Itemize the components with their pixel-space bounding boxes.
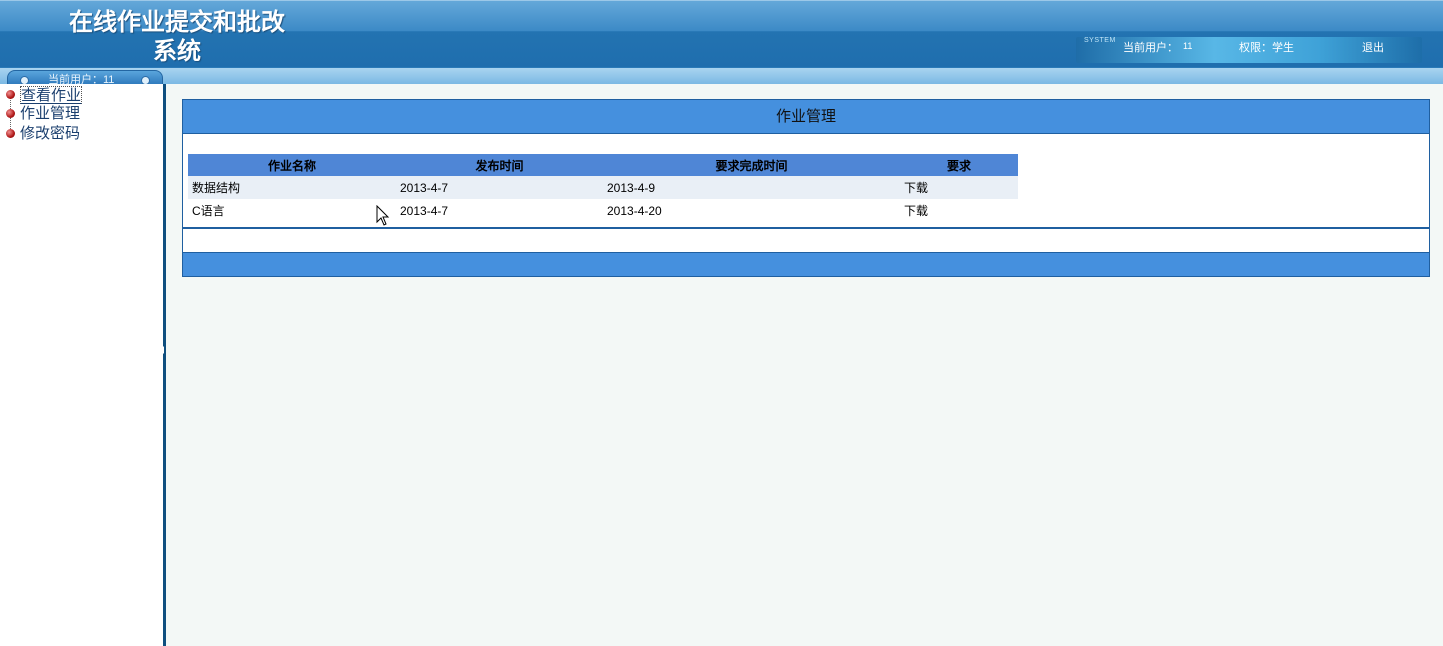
sidebar-item-label: 修改密码 (20, 124, 81, 142)
cell-published: 2013-4-7 (396, 176, 603, 199)
user-info-bar: SYSTEM 当前用户： 11 权限：学生 退出 (1076, 37, 1422, 63)
sidebar-item-label: 作业管理 (20, 104, 81, 122)
sidebar-item-label: 查看作业 (20, 85, 83, 104)
download-link[interactable]: 下载 (904, 181, 928, 195)
sidebar-divider[interactable] (160, 84, 166, 646)
panel-title: 作业管理 (183, 100, 1429, 134)
cell-name: C语言 (188, 199, 396, 222)
sidebar-item-homework-management[interactable]: 作业管理 (6, 104, 80, 123)
sidebar (0, 84, 163, 646)
sub-header-strip (0, 68, 1443, 84)
arrow-cursor-icon (376, 205, 390, 226)
current-user-value: 11 (1183, 41, 1193, 51)
app-header: 在线作业提交和批改系统 SYSTEM 当前用户： 11 权限：学生 退出 (0, 0, 1443, 68)
sidebar-item-view-homework[interactable]: 查看作业 (6, 85, 83, 104)
panel-separator (183, 227, 1429, 252)
current-user-label: 当前用户： (1123, 42, 1178, 54)
app-title: 在线作业提交和批改系统 (69, 7, 285, 65)
bullet-icon (6, 109, 15, 118)
cell-name: 数据结构 (188, 176, 396, 199)
bullet-icon (6, 129, 15, 138)
cell-due: 2013-4-9 (603, 176, 900, 199)
table-row: 数据结构 2013-4-7 2013-4-9 下载 (188, 176, 1018, 199)
table-row: C语言 2013-4-7 2013-4-20 下载 (188, 199, 1018, 222)
column-header-due: 要求完成时间 (603, 154, 900, 176)
cell-published: 2013-4-7 (396, 199, 603, 222)
homework-table: 作业名称 发布时间 要求完成时间 要求 数据结构 2013-4-7 2013-4… (188, 154, 1018, 222)
sidebar-item-change-password[interactable]: 修改密码 (6, 124, 80, 143)
column-header-published: 发布时间 (396, 154, 603, 176)
logout-link[interactable]: 退出 (1362, 39, 1384, 55)
column-header-name: 作业名称 (188, 154, 396, 176)
bullet-icon (6, 90, 15, 99)
column-header-requirement: 要求 (900, 154, 1018, 176)
collapse-arrow-icon[interactable] (160, 346, 164, 354)
homework-management-panel: 作业管理 作业名称 发布时间 要求完成时间 要求 数据结构 2013-4-7 2… (182, 99, 1430, 277)
download-link[interactable]: 下载 (904, 204, 928, 218)
cell-due: 2013-4-20 (603, 199, 900, 222)
table-header-row: 作业名称 发布时间 要求完成时间 要求 (188, 154, 1018, 176)
role-label: 权限：学生 (1239, 42, 1294, 54)
system-tag: SYSTEM (1084, 37, 1116, 44)
sidebar-tab: 当前用户：11 (7, 70, 163, 85)
panel-footer (183, 252, 1429, 276)
